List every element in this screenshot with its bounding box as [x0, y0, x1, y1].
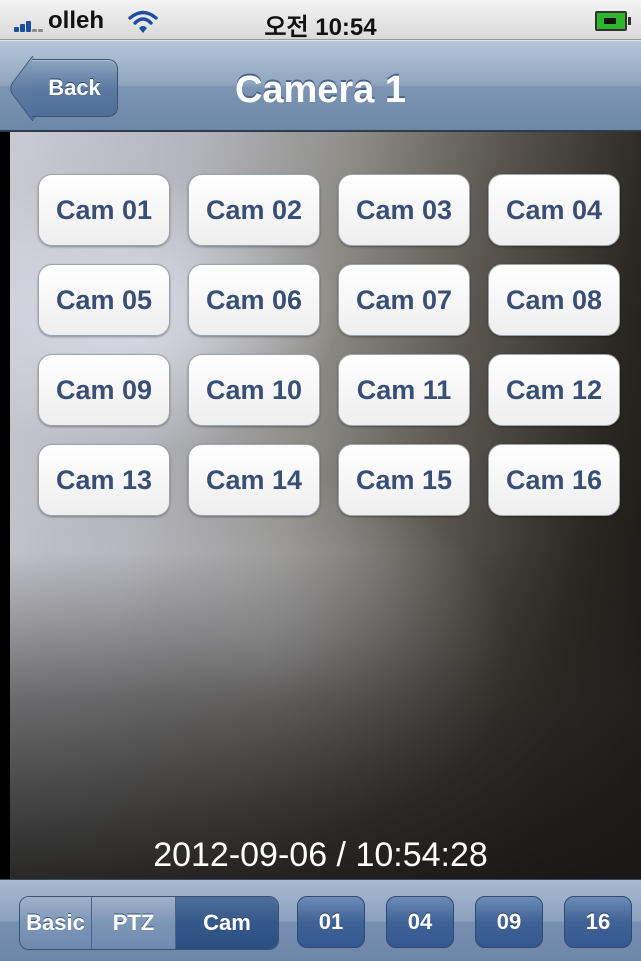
camera-select-grid: Cam 01 Cam 02 Cam 03 Cam 04 Cam 05 Cam 0… — [38, 174, 620, 516]
cam-10-button[interactable]: Cam 10 — [188, 354, 320, 426]
battery-charging-icon — [595, 11, 631, 31]
cam-02-button[interactable]: Cam 02 — [188, 174, 320, 246]
back-button[interactable]: Back — [32, 59, 118, 117]
segment-cam[interactable]: Cam — [176, 897, 278, 949]
cam-05-button[interactable]: Cam 05 — [38, 264, 170, 336]
cam-01-button[interactable]: Cam 01 — [38, 174, 170, 246]
cam-06-button[interactable]: Cam 06 — [188, 264, 320, 336]
layout-16-button[interactable]: 16 — [564, 896, 632, 948]
video-timestamp: 2012-09-06 / 10:54:28 — [153, 836, 488, 874]
cam-12-button[interactable]: Cam 12 — [488, 354, 620, 426]
video-left-border — [0, 132, 10, 879]
cam-11-button[interactable]: Cam 11 — [338, 354, 470, 426]
status-bar: olleh 오전 10:54 — [0, 0, 641, 41]
bottom-toolbar: Basic PTZ Cam 01 04 09 16 — [0, 879, 641, 961]
layout-04-button[interactable]: 04 — [386, 896, 454, 948]
cam-08-button[interactable]: Cam 08 — [488, 264, 620, 336]
cam-16-button[interactable]: Cam 16 — [488, 444, 620, 516]
cam-15-button[interactable]: Cam 15 — [338, 444, 470, 516]
layout-01-button[interactable]: 01 — [297, 896, 365, 948]
cam-03-button[interactable]: Cam 03 — [338, 174, 470, 246]
camera-video-feed: Cam 01 Cam 02 Cam 03 Cam 04 Cam 05 Cam 0… — [10, 132, 641, 879]
cam-14-button[interactable]: Cam 14 — [188, 444, 320, 516]
status-clock: 오전 10:54 — [264, 14, 377, 41]
layout-09-button[interactable]: 09 — [475, 896, 543, 948]
cam-13-button[interactable]: Cam 13 — [38, 444, 170, 516]
cam-04-button[interactable]: Cam 04 — [488, 174, 620, 246]
mode-segmented-control: Basic PTZ Cam — [19, 896, 279, 950]
segment-ptz[interactable]: PTZ — [92, 897, 176, 949]
cam-07-button[interactable]: Cam 07 — [338, 264, 470, 336]
cam-09-button[interactable]: Cam 09 — [38, 354, 170, 426]
segment-basic[interactable]: Basic — [20, 897, 92, 949]
navigation-bar: Back Camera 1 — [0, 40, 641, 132]
